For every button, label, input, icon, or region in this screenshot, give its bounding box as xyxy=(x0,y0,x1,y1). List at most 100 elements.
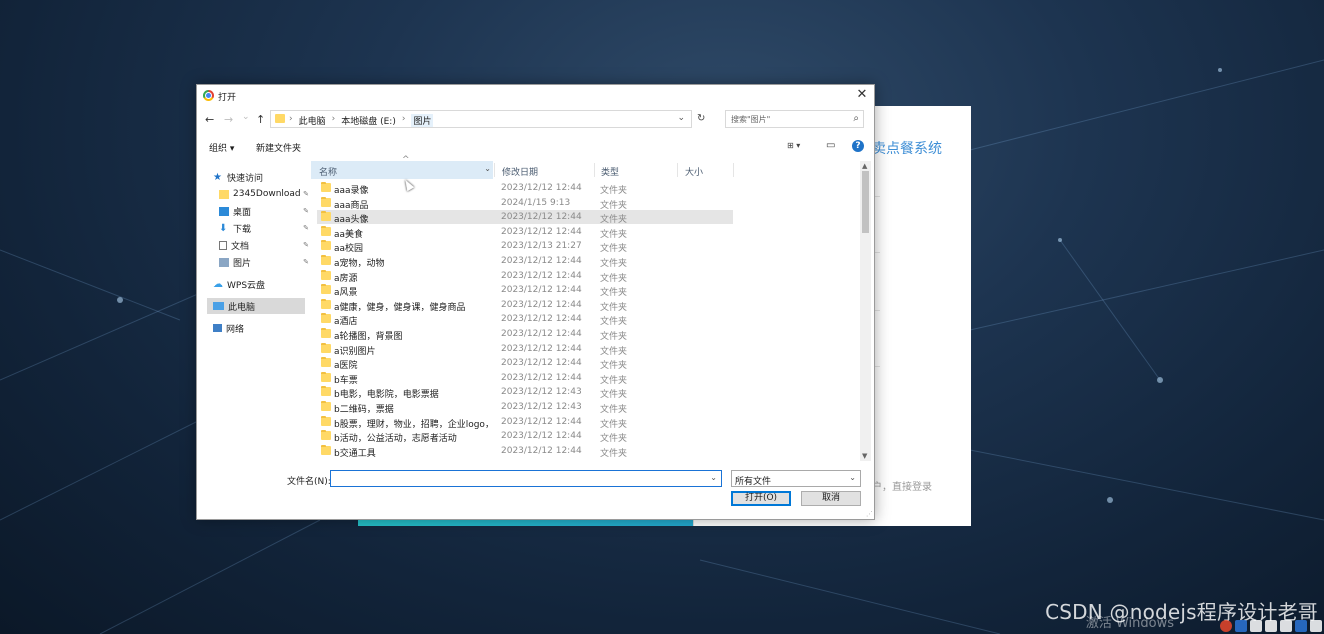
file-row[interactable]: aaa头像 2023/12/12 12:44 文件夹 xyxy=(317,210,733,226)
new-folder-button[interactable]: 新建文件夹 xyxy=(256,141,301,154)
file-row[interactable]: a医院 2023/12/12 12:44 文件夹 xyxy=(317,356,733,372)
file-row[interactable]: b活动，公益活动，志愿者活动 2023/12/12 12:44 文件夹 xyxy=(317,429,733,444)
nav-item-label: 下载 xyxy=(233,224,252,235)
microphone-icon[interactable] xyxy=(1250,620,1262,632)
file-row[interactable]: aa美食 2023/12/12 12:44 文件夹 xyxy=(317,225,733,240)
forward-arrow-icon[interactable]: → xyxy=(224,113,233,126)
pin-icon: ✎ xyxy=(303,190,309,198)
filename-input[interactable]: ⌄ xyxy=(330,470,722,487)
nav-item-pictures[interactable]: 图片 ✎ xyxy=(219,254,309,270)
dialog-title: 打开 xyxy=(218,93,237,103)
view-options-icon[interactable]: ⊞ ▾ xyxy=(787,141,800,150)
file-row[interactable]: b股票，理财，物业，招聘，企业logo，... 2023/12/12 12:44 文… xyxy=(317,415,733,430)
file-row[interactable]: a健康，健身，健身课，健身商品 2023/12/12 12:44 文件夹 xyxy=(317,298,733,313)
close-button[interactable]: ✕ xyxy=(854,86,870,104)
nav-item-label: WPS云盘 xyxy=(227,280,266,291)
filename-dropdown-chevron-icon[interactable]: ⌄ xyxy=(710,473,717,482)
scroll-down-chevron-icon[interactable]: ▼ xyxy=(862,452,867,460)
file-row[interactable]: a房源 2023/12/12 12:44 文件夹 xyxy=(317,269,733,284)
ime-icon[interactable] xyxy=(1235,620,1247,632)
open-button[interactable]: 打开(O) xyxy=(731,491,791,506)
preview-pane-icon[interactable]: ▭ xyxy=(826,140,835,151)
keyboard-icon[interactable] xyxy=(1265,620,1277,632)
system-tray xyxy=(1172,618,1324,634)
file-row[interactable]: aaa商品 2024/1/15 9:13 文件夹 xyxy=(317,196,733,211)
nav-item-network[interactable]: 网络 xyxy=(213,320,313,336)
breadcrumb-this-pc[interactable]: 此电脑 xyxy=(299,114,326,127)
navigation-row: ← → ⌄ ↑ › 此电脑 › 本地磁盘 (E:) › 图片 ⌄ ↻ 搜索"图片… xyxy=(197,109,874,131)
file-type: 文件夹 xyxy=(600,229,628,240)
address-bar[interactable]: › 此电脑 › 本地磁盘 (E:) › 图片 ⌄ xyxy=(270,110,692,128)
column-divider[interactable] xyxy=(494,163,495,177)
file-row[interactable]: b电影，电影院，电影票据 2023/12/12 12:43 文件夹 xyxy=(317,385,733,400)
nav-item-desktop[interactable]: 桌面 ✎ xyxy=(219,203,309,219)
breadcrumb-pictures[interactable]: 图片 xyxy=(411,114,434,127)
column-divider[interactable] xyxy=(733,163,734,177)
file-name: a医院 xyxy=(334,361,358,372)
file-row[interactable]: a识别图片 2023/12/12 12:44 文件夹 xyxy=(317,342,733,357)
column-header-size[interactable]: 大小 xyxy=(685,165,703,178)
up-arrow-icon[interactable]: ↑ xyxy=(256,113,265,126)
cancel-button[interactable]: 取消 xyxy=(801,491,861,506)
scrollbar-thumb[interactable] xyxy=(862,171,869,233)
folder-icon xyxy=(321,444,331,455)
column-divider[interactable] xyxy=(594,163,595,177)
file-type: 文件夹 xyxy=(600,288,628,299)
address-dropdown-chevron-icon[interactable]: ⌄ xyxy=(677,113,685,123)
file-row[interactable]: aa校园 2023/12/13 21:27 文件夹 xyxy=(317,239,733,255)
file-row[interactable]: a宠物，动物 2023/12/12 12:44 文件夹 xyxy=(317,254,733,269)
file-row[interactable]: a酒店 2023/12/12 12:44 文件夹 xyxy=(317,312,733,327)
file-type: 文件夹 xyxy=(600,375,628,386)
file-type-select[interactable]: 所有文件 ⌄ xyxy=(731,470,861,487)
nav-item-wps-cloud[interactable]: ☁ WPS云盘 xyxy=(213,276,313,292)
file-row[interactable]: aaa录像 2023/12/12 12:44 文件夹 xyxy=(317,181,733,196)
nav-item-documents[interactable]: 文档 ✎ xyxy=(219,237,309,253)
organize-menu-button[interactable]: 组织 ▾ xyxy=(209,141,234,154)
command-toolbar: 组织 ▾ 新建文件夹 ⊞ ▾ ▭ ? xyxy=(197,139,874,155)
file-type: 文件夹 xyxy=(600,215,628,226)
open-file-dialog: 打开 ✕ ← → ⌄ ↑ › 此电脑 › 本地磁盘 (E:) › 图片 ⌄ ↻ … xyxy=(196,84,875,520)
folder-icon xyxy=(321,386,331,397)
file-row[interactable]: a轮播图，背景图 2023/12/12 12:44 文件夹 xyxy=(317,327,733,342)
column-header-date[interactable]: 修改日期 xyxy=(502,165,538,178)
nav-item-2345download[interactable]: 2345Download ✎ xyxy=(219,186,309,202)
file-name: b股票，理财，物业，招聘，企业logo，... xyxy=(334,419,494,430)
title-bar: 打开 ✕ xyxy=(197,85,874,107)
column-header-type[interactable]: 类型 xyxy=(601,165,619,178)
help-icon[interactable]: ? xyxy=(852,140,864,152)
nav-item-downloads[interactable]: ⬇ 下载 ✎ xyxy=(219,220,309,236)
file-type-value: 所有文件 xyxy=(735,477,772,487)
resize-grip-icon[interactable]: ⋰ xyxy=(866,510,873,518)
file-row[interactable]: b交通工具 2023/12/12 12:44 文件夹 xyxy=(317,444,733,459)
recent-locations-chevron-icon[interactable]: ⌄ xyxy=(242,112,250,122)
folder-icon xyxy=(321,357,331,368)
file-date: 2023/12/12 12:43 xyxy=(501,402,582,412)
file-type: 文件夹 xyxy=(600,302,628,313)
column-divider[interactable] xyxy=(677,163,678,177)
sogou-icon[interactable] xyxy=(1220,620,1232,632)
file-row[interactable]: b二维码，票据 2023/12/12 12:43 文件夹 xyxy=(317,400,733,415)
column-header-name[interactable]: 名称 ^ ⌄ xyxy=(311,155,493,179)
nav-item-this-pc[interactable]: 此电脑 xyxy=(207,298,305,314)
search-input[interactable]: 搜索"图片" ⌕ xyxy=(725,110,864,128)
apps-icon[interactable] xyxy=(1310,620,1322,632)
file-type: 文件夹 xyxy=(600,259,628,269)
nav-item-quick-access[interactable]: ★ 快速访问 xyxy=(213,169,313,185)
file-type: 文件夹 xyxy=(600,419,628,430)
folder-icon xyxy=(321,313,331,324)
file-date: 2023/12/12 12:44 xyxy=(501,445,582,456)
file-row[interactable]: b车票 2023/12/12 12:44 文件夹 xyxy=(317,371,733,386)
settings-icon[interactable] xyxy=(1295,620,1307,632)
desktop-icon xyxy=(219,206,229,216)
file-row[interactable]: a风景 2023/12/12 12:44 文件夹 xyxy=(317,283,733,299)
scroll-up-chevron-icon[interactable]: ▲ xyxy=(862,162,867,170)
file-name: a轮播图，背景图 xyxy=(334,332,403,342)
breadcrumb-local-disk[interactable]: 本地磁盘 (E:) xyxy=(341,114,396,127)
file-name: aa校园 xyxy=(334,244,364,255)
back-arrow-icon[interactable]: ← xyxy=(205,113,214,126)
vertical-scrollbar[interactable]: ▲ ▼ xyxy=(860,161,871,461)
network-tray-icon[interactable] xyxy=(1280,620,1292,632)
refresh-icon[interactable]: ↻ xyxy=(697,113,705,124)
column-filter-chevron-icon[interactable]: ⌄ xyxy=(484,164,491,173)
folder-icon xyxy=(321,182,331,192)
